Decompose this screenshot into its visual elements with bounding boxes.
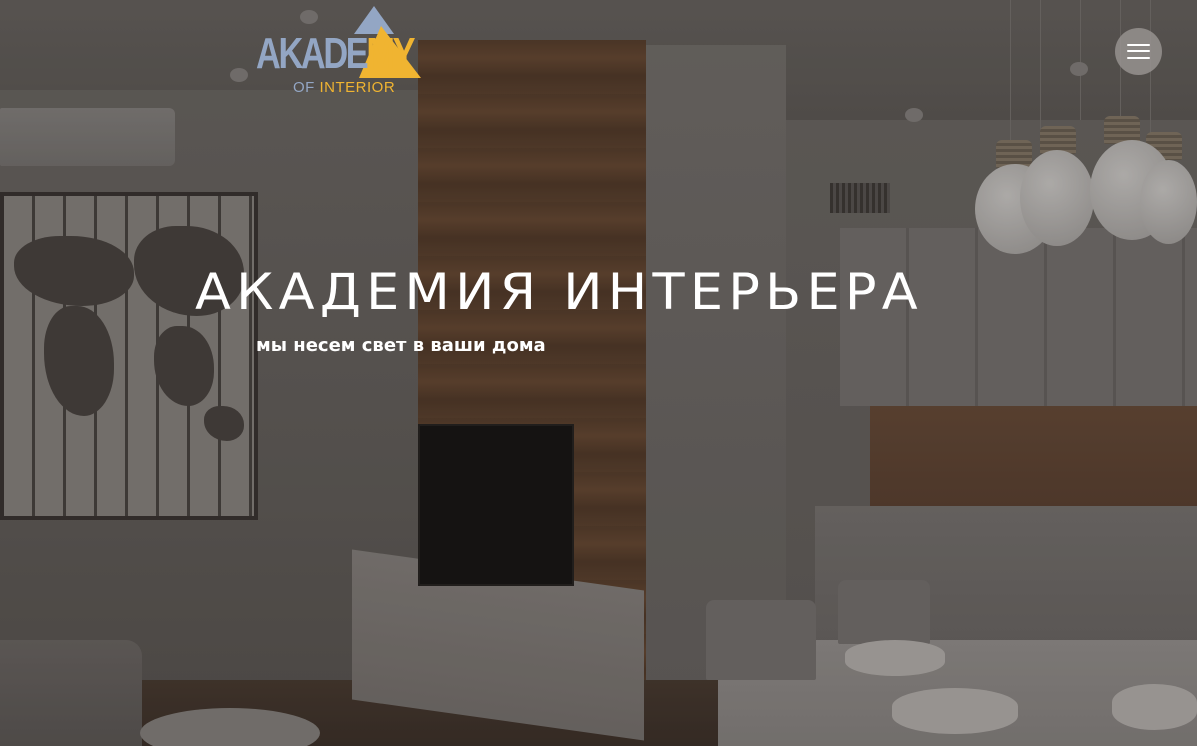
logo-wordmark: AKADEMY [256, 29, 415, 78]
hero-background-image [0, 0, 1197, 746]
hero-title: АКАДЕМИЯ ИНТЕРЬЕРА [195, 263, 923, 321]
site-logo[interactable]: AKADEMY OF INTERIOR [255, 6, 425, 98]
menu-button[interactable] [1115, 28, 1162, 75]
logo-subtitle: OF INTERIOR [293, 79, 396, 96]
hero-subtitle: мы несем свет в ваши дома [256, 335, 546, 356]
hero-section: AKADEMY OF INTERIOR АКАДЕМИЯ ИНТЕРЬЕРА м… [0, 0, 1197, 746]
